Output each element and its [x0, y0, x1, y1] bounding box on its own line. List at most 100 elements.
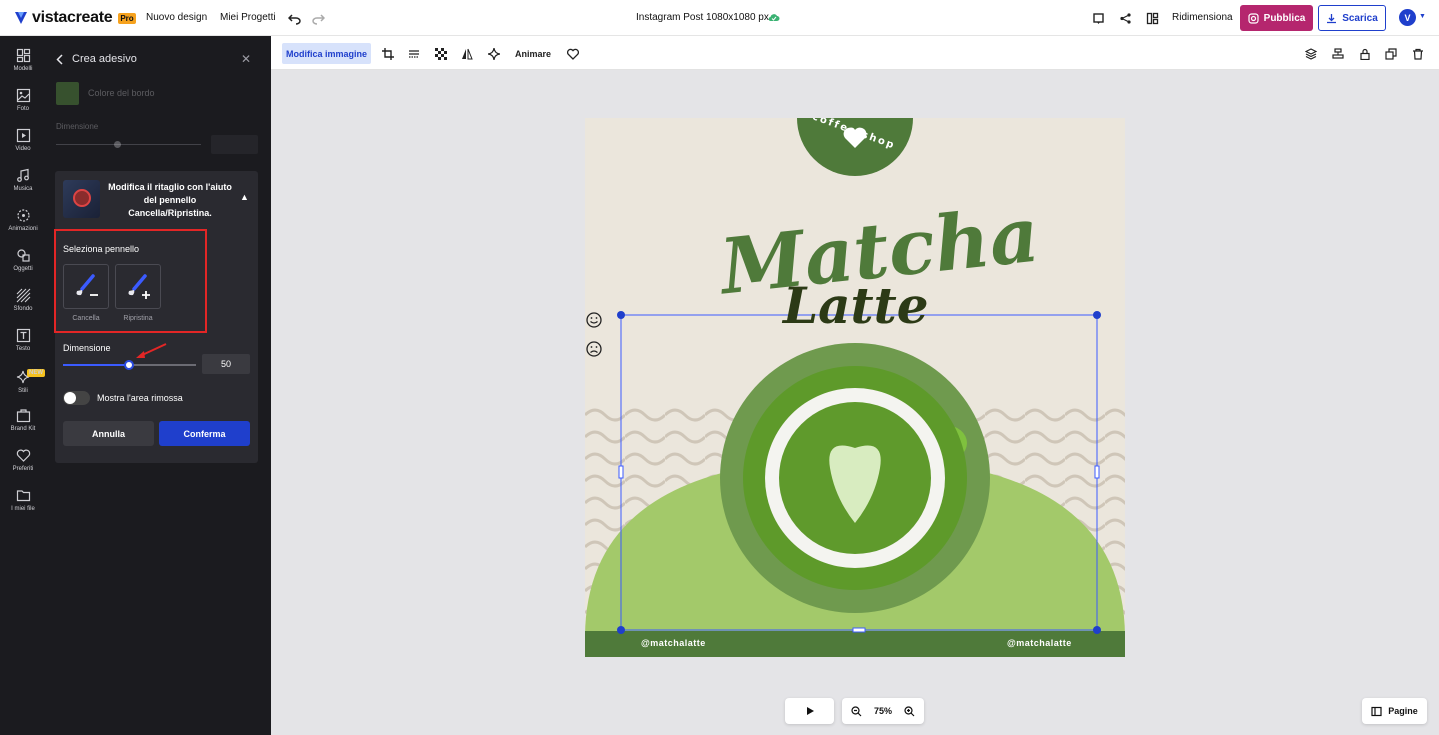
background-icon	[16, 288, 30, 303]
confirm-button[interactable]: Conferma	[159, 421, 250, 446]
transparency-icon[interactable]	[433, 46, 448, 61]
duplicate-icon[interactable]	[1383, 46, 1398, 61]
nav-item-animazioni[interactable]: Animazioni	[0, 208, 46, 232]
erase-brush-button[interactable]	[63, 264, 109, 309]
zoom-control: 75%	[842, 698, 924, 724]
border-color-label: Colore del bordo	[88, 88, 155, 98]
chevron-down-icon[interactable]: ▼	[1419, 13, 1426, 20]
frown-icon[interactable]	[585, 340, 603, 358]
download-label: Scarica	[1342, 12, 1378, 24]
brush-erase-icon	[76, 273, 98, 296]
document-title[interactable]: Instagram Post 1080x1080 px	[636, 12, 769, 23]
title-latte: Latte	[783, 276, 929, 335]
crop-icon[interactable]	[380, 46, 395, 61]
brand-logo[interactable]: vistacreate Pro	[14, 9, 136, 27]
dimension-label-disabled: Dimensione	[56, 122, 99, 131]
zoom-in-icon[interactable]	[904, 705, 915, 717]
brand-name: vistacreate	[32, 9, 113, 26]
nav-item-stili[interactable]: NEW Stili	[0, 366, 46, 394]
nav-item-oggetti[interactable]: Oggetti	[0, 248, 46, 272]
close-icon[interactable]: ✕	[241, 52, 251, 66]
size-label: Dimensione	[63, 343, 111, 353]
resize-button[interactable]: Ridimensiona	[1172, 12, 1233, 23]
avatar[interactable]: V	[1399, 9, 1416, 26]
download-button[interactable]: Scarica	[1318, 5, 1386, 31]
adjust-icon[interactable]	[406, 46, 421, 61]
grid-icon	[16, 48, 30, 63]
align-icon[interactable]	[1330, 46, 1345, 61]
heart-icon[interactable]	[565, 46, 580, 61]
size-slider-knob[interactable]	[124, 360, 134, 370]
chevron-left-icon[interactable]	[56, 53, 64, 65]
brush-card-title: Modifica il ritaglio con l'aiuto del pen…	[108, 182, 232, 218]
video-icon	[16, 128, 30, 143]
publish-button[interactable]: Pubblica	[1240, 5, 1313, 31]
nav-label: Stili	[18, 388, 28, 394]
publish-label: Pubblica	[1263, 12, 1306, 24]
nav-item-foto[interactable]: Foto	[0, 88, 46, 112]
chevron-up-icon[interactable]: ▲	[240, 192, 249, 202]
folder-icon	[16, 490, 30, 502]
brush-restore-icon	[128, 273, 150, 299]
lock-icon[interactable]	[1357, 46, 1372, 61]
my-projects-link[interactable]: Miei Progetti	[220, 12, 276, 23]
nav-item-i-miei-file[interactable]: I miei file	[0, 488, 46, 512]
select-brush-label: Seleziona pennello	[63, 244, 140, 254]
layers-icon[interactable]	[1303, 46, 1318, 61]
panel-header[interactable]: Crea adesivo	[56, 53, 137, 65]
nav-item-preferiti[interactable]: Preferiti	[0, 448, 46, 472]
nav-label: Sfondo	[13, 306, 33, 312]
cloud-saved-icon	[768, 14, 780, 22]
play-button[interactable]	[785, 698, 834, 724]
selection-handle[interactable]	[852, 627, 866, 633]
selection-handle[interactable]	[1093, 311, 1101, 319]
selection-handle[interactable]	[617, 311, 625, 319]
size-slider-fill	[63, 364, 129, 366]
design-canvas[interactable]: coffee shop Matcha Latte @matchalatte @m…	[585, 118, 1125, 657]
nav-label: Preferiti	[12, 466, 34, 472]
nav-label: Modelli	[13, 66, 33, 72]
layout-icon[interactable]	[1144, 10, 1160, 26]
smile-icon[interactable]	[585, 311, 603, 329]
magic-icon[interactable]	[486, 46, 501, 61]
zoom-out-icon[interactable]	[851, 705, 862, 717]
flip-icon[interactable]	[459, 46, 474, 61]
restore-brush-button[interactable]	[115, 264, 161, 309]
nav-item-testo[interactable]: Testo	[0, 328, 46, 352]
nav-label: Testo	[15, 346, 31, 352]
nav-label: Oggetti	[13, 266, 33, 272]
play-icon	[806, 707, 814, 715]
briefcase-icon	[16, 409, 30, 423]
pages-icon	[1371, 706, 1382, 716]
undo-icon[interactable]	[286, 10, 302, 26]
nav-item-brand-kit[interactable]: Brand Kit	[0, 408, 46, 432]
show-removed-toggle[interactable]	[63, 391, 90, 405]
nav-item-musica[interactable]: Musica	[0, 168, 46, 192]
animation-icon	[16, 209, 30, 222]
pages-button[interactable]: Pagine	[1362, 698, 1427, 724]
share-icon[interactable]	[1117, 10, 1133, 26]
border-color-swatch[interactable]	[56, 82, 79, 105]
selection-handle[interactable]	[1094, 465, 1100, 479]
zoom-level[interactable]: 75%	[874, 706, 892, 716]
nav-item-sfondo[interactable]: Sfondo	[0, 288, 46, 312]
selection-handle[interactable]	[1093, 626, 1101, 634]
comment-icon[interactable]	[1090, 10, 1106, 26]
new-design-link[interactable]: Nuovo design	[146, 12, 207, 23]
edit-image-button[interactable]: Modifica immagine	[282, 43, 371, 64]
brush-thumbnail	[63, 180, 100, 218]
selection-handle[interactable]	[618, 465, 624, 479]
music-icon	[16, 168, 29, 182]
heart-icon	[16, 449, 30, 462]
size-value-input[interactable]: 50	[202, 354, 250, 374]
nav-item-modelli[interactable]: Modelli	[0, 48, 46, 72]
trash-icon[interactable]	[1410, 46, 1425, 61]
redo-icon[interactable]	[310, 10, 326, 26]
nav-item-video[interactable]: Video	[0, 128, 46, 152]
annotation-arrow-icon	[136, 343, 167, 358]
cancel-button[interactable]: Annulla	[63, 421, 154, 446]
handle-left: @matchalatte	[641, 638, 706, 648]
animate-button[interactable]: Animare	[515, 49, 551, 59]
dimension-value-disabled	[211, 135, 258, 154]
selection-handle[interactable]	[617, 626, 625, 634]
